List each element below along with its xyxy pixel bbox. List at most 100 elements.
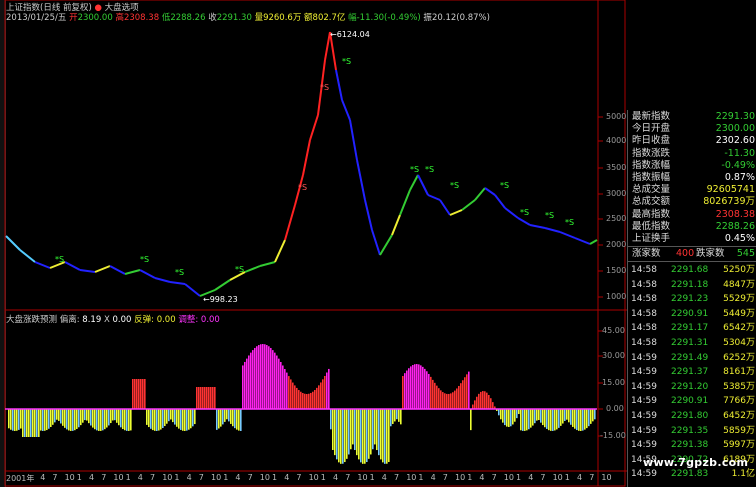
indicator-bar — [416, 364, 418, 409]
tick-price: 2291.80 — [671, 411, 709, 421]
price-segment — [427, 194, 441, 201]
tick-row: 14:59 2291.20 5385万 — [631, 381, 755, 393]
indicator-bar — [40, 409, 42, 431]
x-tick-label: 7 — [589, 473, 595, 482]
indicator-bar — [96, 409, 98, 431]
indicator-bar — [538, 409, 540, 421]
indicator-bar — [452, 392, 454, 409]
price-tick-4000: 4000 — [606, 136, 627, 145]
x-tick-label: 7 — [540, 473, 546, 482]
indicator-bar — [540, 409, 542, 423]
signal-marker: *S — [410, 165, 419, 174]
indicator-title[interactable]: 大盘涨跌预测 — [6, 315, 57, 325]
tick-price: 2291.17 — [671, 323, 709, 334]
indicator-bar — [376, 409, 378, 451]
indicator-bar — [10, 409, 12, 430]
quote-value: 2308.38 — [715, 208, 755, 220]
indicator-bar — [484, 391, 486, 409]
indicator-bar — [548, 409, 550, 431]
indicator-bar — [300, 391, 302, 409]
signal-marker: *S — [500, 181, 509, 190]
tick-time: 14:58 — [631, 279, 657, 290]
indicator-bar — [90, 409, 92, 426]
indicator-bar — [32, 409, 34, 437]
indicator-bar — [440, 390, 442, 409]
indicator-bar — [278, 358, 280, 409]
indicator-bar — [154, 409, 156, 431]
x-tick-label: 7 — [345, 473, 351, 482]
signal-marker: *S — [140, 255, 149, 264]
quote-label: 昨日收盘 — [632, 135, 671, 147]
indicator-bar — [148, 409, 150, 428]
indicator-bar — [274, 352, 276, 409]
indicator-bar — [476, 396, 478, 409]
quote-row: 上证换手 0.45% — [632, 233, 755, 245]
signal-marker: *S — [175, 268, 184, 277]
amount-label: 额 — [304, 13, 313, 23]
indicator-bar — [216, 409, 218, 430]
indicator-bar — [338, 409, 340, 463]
indicator-bar — [240, 409, 242, 431]
indicator-bar — [320, 382, 322, 409]
indicator-bar — [502, 409, 504, 423]
indicator-bar — [272, 350, 274, 409]
indicator-bar — [412, 365, 414, 409]
tick-time: 14:58 — [631, 294, 657, 305]
indicator-bar — [30, 409, 32, 437]
indicator-bar — [518, 409, 520, 415]
indicator-bar — [66, 409, 68, 430]
high-value: 2308.38 — [123, 13, 160, 23]
indicator-bar — [112, 409, 114, 421]
indicator-bar — [430, 376, 432, 409]
indicator-bar — [522, 409, 524, 431]
indicator-bar — [468, 371, 470, 409]
tick-volume: 5250万 — [723, 265, 755, 275]
indicator-bar — [208, 387, 210, 409]
indicator-bar — [388, 409, 390, 463]
indicator-bar — [166, 409, 168, 424]
price-segment — [309, 114, 319, 141]
indicator-bar — [168, 409, 170, 422]
indicator-bar — [220, 409, 222, 427]
indicator-bar — [80, 409, 82, 426]
panel-divider — [628, 246, 756, 247]
indicator-bar — [84, 409, 86, 421]
indicator-bar — [116, 409, 118, 423]
indicator-bar — [160, 409, 162, 430]
tick-row: 14:59 2291.80 6452万 — [631, 410, 755, 422]
indicator-bar — [304, 393, 306, 409]
price-segment — [214, 279, 231, 291]
price-segment — [371, 229, 381, 256]
signal-marker: *S — [545, 211, 554, 220]
ind-tick-30: 30.00 — [602, 351, 625, 360]
indicator-bar — [378, 409, 380, 456]
indicator-bar — [346, 409, 348, 459]
x-tick-label: 4 — [333, 473, 339, 482]
quote-row: 总成交量 92605741 — [632, 184, 755, 196]
indicator-bar — [140, 379, 142, 409]
indicator-bar — [392, 409, 394, 424]
indicator-bar — [286, 372, 288, 409]
indicator-bar — [226, 409, 228, 420]
high-label: 高 — [115, 13, 124, 23]
indicator-bar — [558, 409, 560, 428]
indicator-bar — [594, 409, 596, 420]
quote-value: -11.30 — [724, 147, 755, 159]
indicator-bar — [582, 409, 584, 431]
indicator-bar — [426, 371, 428, 409]
indicator-bar — [454, 390, 456, 409]
indicator-bar — [396, 409, 398, 420]
quote-row: 最新指数 2291.30 — [632, 111, 755, 123]
indicator-bar — [122, 409, 124, 430]
indicator-bar — [390, 409, 392, 427]
indicator-bar — [506, 409, 508, 427]
tick-volume: 7766万 — [723, 396, 755, 407]
x-tick-label: 10 — [64, 473, 75, 482]
indicator-bar — [294, 385, 296, 409]
indicator-bar — [232, 409, 234, 427]
tick-time: 14:59 — [631, 381, 657, 392]
price-segment — [284, 204, 296, 241]
indicator-bar — [288, 376, 290, 409]
indicator-bar — [164, 409, 166, 427]
indicator-bar — [566, 409, 568, 420]
